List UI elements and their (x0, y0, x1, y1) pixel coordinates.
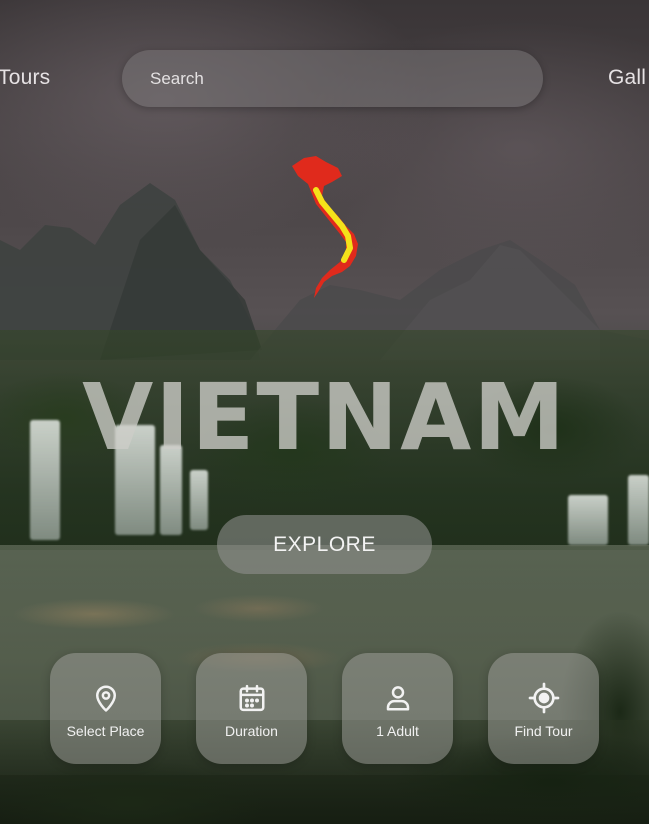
duration-label: Duration (225, 723, 278, 739)
find-tour-label: Find Tour (514, 723, 573, 739)
nav-link-tours[interactable]: Tours (0, 66, 50, 90)
find-tour-button[interactable]: Find Tour (488, 653, 599, 764)
calendar-icon (235, 681, 269, 715)
waterfall (190, 470, 208, 530)
vietnam-map-icon (292, 156, 358, 298)
nav-link-gallery[interactable]: Gall (608, 66, 646, 90)
select-place-button[interactable]: Select Place (50, 653, 161, 764)
person-icon (381, 681, 415, 715)
guests-button[interactable]: 1 Adult (342, 653, 453, 764)
select-place-label: Select Place (66, 723, 145, 739)
search-bar[interactable] (122, 50, 543, 107)
crosshair-icon (527, 681, 561, 715)
duration-button[interactable]: Duration (196, 653, 307, 764)
guests-label: 1 Adult (376, 723, 419, 739)
explore-button[interactable]: EXPLORE (217, 515, 432, 574)
waterfall (628, 475, 649, 545)
page-title: VIETNAM (82, 364, 567, 471)
map-pin-icon (89, 681, 123, 715)
search-input[interactable] (150, 50, 530, 107)
vietnam-map-shape (292, 156, 358, 298)
waterfall (568, 495, 608, 545)
